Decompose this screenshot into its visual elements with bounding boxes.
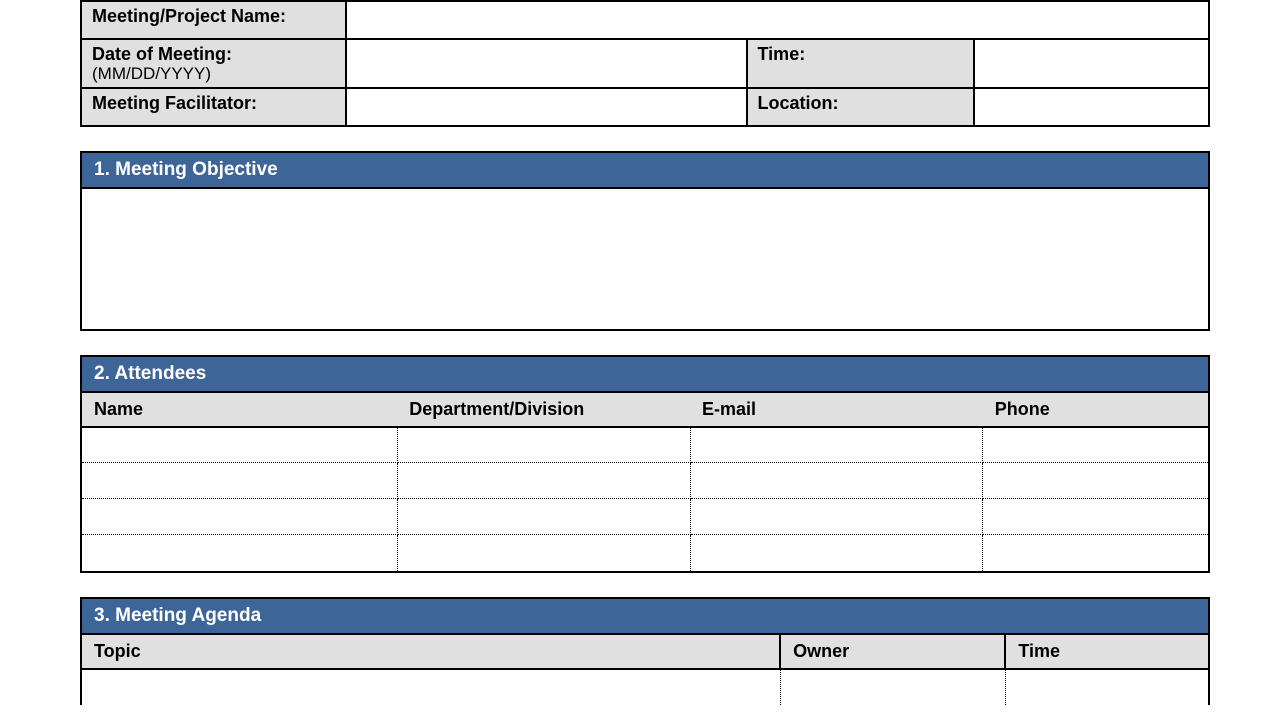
attendee-name-field[interactable]: [82, 535, 397, 571]
attendee-dept-field[interactable]: [397, 463, 690, 499]
attendee-phone-field[interactable]: [983, 535, 1208, 571]
location-field[interactable]: [974, 88, 1209, 126]
attendee-dept-field[interactable]: [397, 499, 690, 535]
section-attendees: 2. Attendees Name Department/Division E-…: [80, 355, 1210, 573]
section-attendees-title: 2. Attendees: [82, 357, 1208, 393]
attendee-phone-field[interactable]: [983, 427, 1208, 463]
table-row: [82, 499, 1208, 535]
section-agenda: 3. Meeting Agenda Topic Owner Time: [80, 597, 1210, 705]
table-row: [82, 463, 1208, 499]
table-row: [82, 427, 1208, 463]
table-row: [82, 535, 1208, 571]
facilitator-field[interactable]: [346, 88, 746, 126]
attendee-name-field[interactable]: [82, 427, 397, 463]
attendee-phone-field[interactable]: [983, 463, 1208, 499]
table-row: [82, 669, 1208, 705]
meeting-info-table: Meeting/Project Name: Date of Meeting: (…: [80, 0, 1210, 127]
attendees-col-phone: Phone: [983, 393, 1208, 427]
attendee-email-field[interactable]: [690, 463, 983, 499]
meeting-name-field[interactable]: [346, 1, 1209, 39]
agenda-topic-field[interactable]: [82, 669, 780, 705]
agenda-col-owner: Owner: [780, 635, 1005, 669]
attendee-email-field[interactable]: [690, 427, 983, 463]
attendees-col-dept: Department/Division: [397, 393, 690, 427]
attendee-email-field[interactable]: [690, 535, 983, 571]
agenda-col-time: Time: [1005, 635, 1208, 669]
objective-body-field[interactable]: [82, 189, 1208, 329]
attendees-table: Name Department/Division E-mail Phone: [82, 393, 1208, 571]
agenda-table: Topic Owner Time: [82, 635, 1208, 705]
section-objective: 1. Meeting Objective: [80, 151, 1210, 331]
attendee-phone-field[interactable]: [983, 499, 1208, 535]
attendee-name-field[interactable]: [82, 499, 397, 535]
time-field[interactable]: [974, 39, 1209, 88]
attendees-col-name: Name: [82, 393, 397, 427]
attendee-dept-field[interactable]: [397, 535, 690, 571]
facilitator-label: Meeting Facilitator:: [81, 88, 346, 126]
date-format-hint: (MM/DD/YYYY): [92, 65, 335, 83]
attendee-name-field[interactable]: [82, 463, 397, 499]
section-agenda-title: 3. Meeting Agenda: [82, 599, 1208, 635]
date-label: Date of Meeting: (MM/DD/YYYY): [81, 39, 346, 88]
attendee-dept-field[interactable]: [397, 427, 690, 463]
attendees-col-email: E-mail: [690, 393, 983, 427]
meeting-name-label: Meeting/Project Name:: [81, 1, 346, 39]
agenda-owner-field[interactable]: [780, 669, 1005, 705]
time-label: Time:: [747, 39, 975, 88]
date-label-text: Date of Meeting:: [92, 44, 232, 64]
location-label: Location:: [747, 88, 975, 126]
section-objective-title: 1. Meeting Objective: [82, 153, 1208, 189]
date-field[interactable]: [346, 39, 746, 88]
agenda-time-field[interactable]: [1005, 669, 1208, 705]
attendee-email-field[interactable]: [690, 499, 983, 535]
agenda-col-topic: Topic: [82, 635, 780, 669]
